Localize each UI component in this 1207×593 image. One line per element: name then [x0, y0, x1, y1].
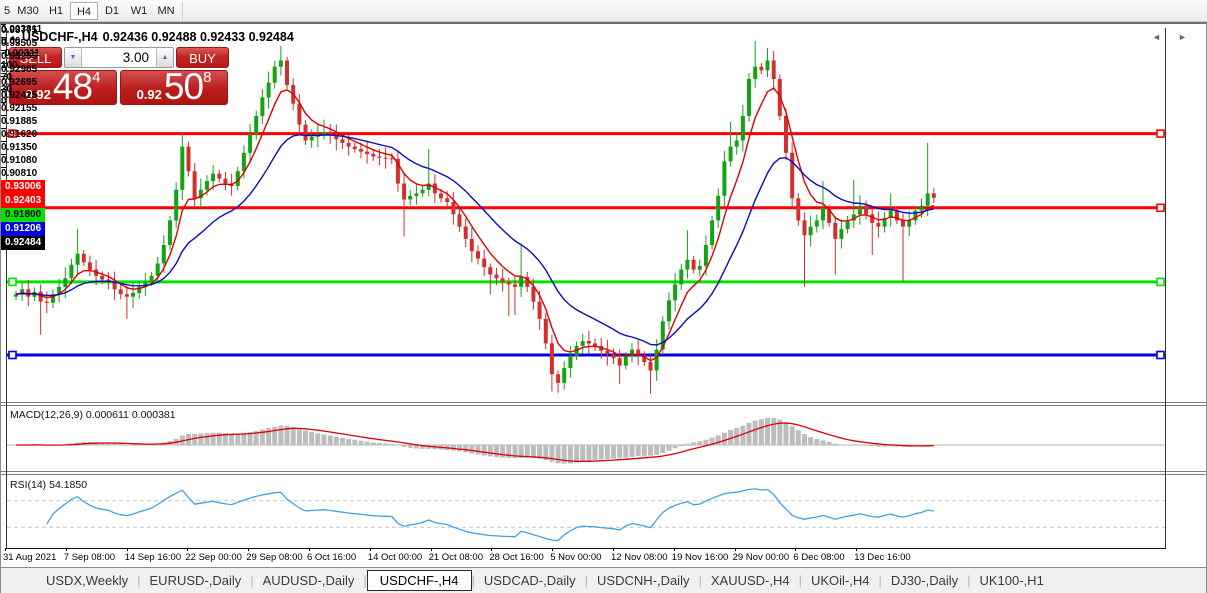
price-axis-label: 0.91350	[1, 142, 41, 154]
date-axis-tick	[187, 548, 188, 551]
chart-title: ▲ USDCHF-,H4 0.92436 0.92488 0.92433 0.9…	[9, 30, 294, 44]
chart-tab-dj30-daily[interactable]: DJ30-,Daily	[882, 571, 967, 590]
price-badge-hline: 0.93006	[1, 180, 45, 194]
buy-price-prefix: 0.92	[137, 87, 162, 102]
timeframe-button-mn[interactable]: MN	[152, 2, 180, 20]
date-axis-tick	[127, 548, 128, 551]
chart-tab-usdcad-daily[interactable]: USDCAD-,Daily	[475, 571, 585, 590]
date-axis-tick	[66, 548, 67, 551]
date-axis-label: 7 Sep 08:00	[64, 552, 115, 563]
price-badge-hline: 0.91206	[1, 222, 45, 236]
date-axis-label: 14 Oct 00:00	[368, 552, 422, 563]
date-axis-tick	[491, 548, 492, 551]
rsi-axis-label: 30	[1, 84, 43, 96]
date-axis-tick	[309, 548, 310, 551]
timeframe-button-w1[interactable]: W1	[126, 2, 152, 20]
chart-ohlc-values: 0.92436 0.92488 0.92433 0.92484	[103, 30, 294, 44]
macd-axis-label: 0.003811	[1, 24, 43, 36]
chart-tab-bar: USDX,Weekly|EURUSD-,Daily|AUDUSD-,Daily|…	[1, 567, 1206, 593]
rsi-axis-label: 0	[1, 96, 43, 108]
price-axis-label: 0.91885	[1, 116, 41, 128]
chart-tab-audusd-daily[interactable]: AUDUSD-,Daily	[254, 571, 364, 590]
tabs-scroll-right-icon[interactable]: ►	[1178, 32, 1187, 42]
chart-tab-xauusd-h4[interactable]: XAUUSD-,H4	[702, 571, 799, 590]
date-axis-label: 22 Sep 00:00	[185, 552, 242, 563]
date-axis-tick	[552, 548, 553, 551]
chart-tab-usdcnh-daily[interactable]: USDCNH-,Daily	[588, 571, 698, 590]
date-axis-tick	[795, 548, 796, 551]
date-axis-tick	[674, 548, 675, 551]
date-axis-label: 13 Dec 16:00	[854, 552, 911, 563]
date-axis-tick	[856, 548, 857, 551]
date-axis-tick	[370, 548, 371, 551]
macd-indicator-canvas[interactable]	[7, 406, 1165, 471]
rsi-axis-label: 100	[1, 60, 43, 72]
date-axis-label: 6 Dec 08:00	[793, 552, 844, 563]
date-axis-tick	[5, 548, 6, 551]
chart-tab-usdx-weekly[interactable]: USDX,Weekly	[37, 571, 137, 590]
chart-window: ▲ USDCHF-,H4 0.92436 0.92488 0.92433 0.9…	[0, 22, 1207, 593]
buy-price-sup: 8	[203, 72, 211, 84]
date-axis-label: 29 Nov 00:00	[733, 552, 790, 563]
date-axis[interactable]: 31 Aug 2021 7 Sep 08:00 14 Sep 16:0022 Sep…	[1, 549, 1164, 567]
rsi-indicator-canvas[interactable]	[7, 475, 1165, 548]
macd-axis-label: 0.00	[1, 36, 43, 48]
rsi-axis-label: 70	[1, 72, 43, 84]
price-badge-hline: 0.92403	[1, 194, 45, 208]
volume-spinner: ▼ 3.00 ▲	[64, 47, 174, 68]
price-badge-current: 0.92484	[1, 236, 45, 250]
date-axis-label: 28 Oct 16:00	[489, 552, 543, 563]
price-badge-hline: 0.91800	[1, 208, 45, 222]
chart-tab-uk100-h1[interactable]: UK100-,H1	[970, 571, 1052, 590]
timeframe-button-5[interactable]: 5	[2, 2, 12, 20]
sell-price-big: 48	[53, 72, 92, 102]
date-axis-label: 5 Nov 00:00	[550, 552, 601, 563]
chart-tab-usdchf-h4[interactable]: USDCHF-,H4	[367, 570, 472, 591]
timeframe-button-h4[interactable]: H4	[70, 2, 98, 20]
volume-input[interactable]: 3.00	[82, 48, 156, 67]
date-axis-label: 14 Sep 16:00	[125, 552, 182, 563]
buy-price-big: 50	[164, 72, 203, 102]
indicator-axis: 0.0038110.00-0.0031110070300	[1, 24, 43, 108]
price-axis-label: 0.91620	[1, 129, 41, 141]
toolbar-separator	[182, 2, 183, 20]
buy-price-box[interactable]: 0.92 50 8	[120, 70, 228, 105]
date-axis-label: 21 Oct 08:00	[429, 552, 483, 563]
macd-axis-label: -0.00311	[1, 48, 43, 60]
chart-tab-eurusd-daily[interactable]: EURUSD-,Daily	[141, 571, 251, 590]
sell-price-sup: 4	[92, 72, 100, 84]
date-axis-tick	[248, 548, 249, 551]
date-axis-tick	[613, 548, 614, 551]
plot-right-border	[1165, 28, 1166, 548]
timeframe-button-m30[interactable]: M30	[14, 2, 42, 20]
date-axis-label: 19 Nov 16:00	[672, 552, 729, 563]
timeframe-button-h1[interactable]: H1	[44, 2, 68, 20]
date-axis-tick	[431, 548, 432, 551]
moving-averages	[16, 88, 934, 361]
rsi-label: RSI(14) 54.1850	[10, 479, 87, 491]
chart-tab-ukoil-h4[interactable]: UKOil-,H4	[802, 571, 879, 590]
price-axis-label: 0.90810	[1, 168, 41, 180]
date-axis-tick	[735, 548, 736, 551]
buy-button[interactable]: BUY	[176, 47, 229, 68]
tabs-scroll-left-icon[interactable]: ◄	[1152, 32, 1161, 42]
date-axis-label: 31 Aug 2021	[3, 552, 56, 563]
macd-label: MACD(12,26,9) 0.000611 0.000381	[10, 409, 176, 421]
rsi-line	[47, 489, 934, 541]
date-axis-label: 12 Nov 08:00	[611, 552, 668, 563]
volume-increase-icon[interactable]: ▲	[156, 48, 173, 67]
date-axis-label: 6 Oct 16:00	[307, 552, 356, 563]
timeframe-button-d1[interactable]: D1	[100, 2, 124, 20]
date-axis-label: 29 Sep 08:00	[246, 552, 303, 563]
price-axis-label: 0.91080	[1, 155, 41, 167]
volume-decrease-icon[interactable]: ▼	[65, 48, 82, 67]
timeframe-toolbar: 5M30H1H4D1W1MN	[0, 0, 1207, 22]
